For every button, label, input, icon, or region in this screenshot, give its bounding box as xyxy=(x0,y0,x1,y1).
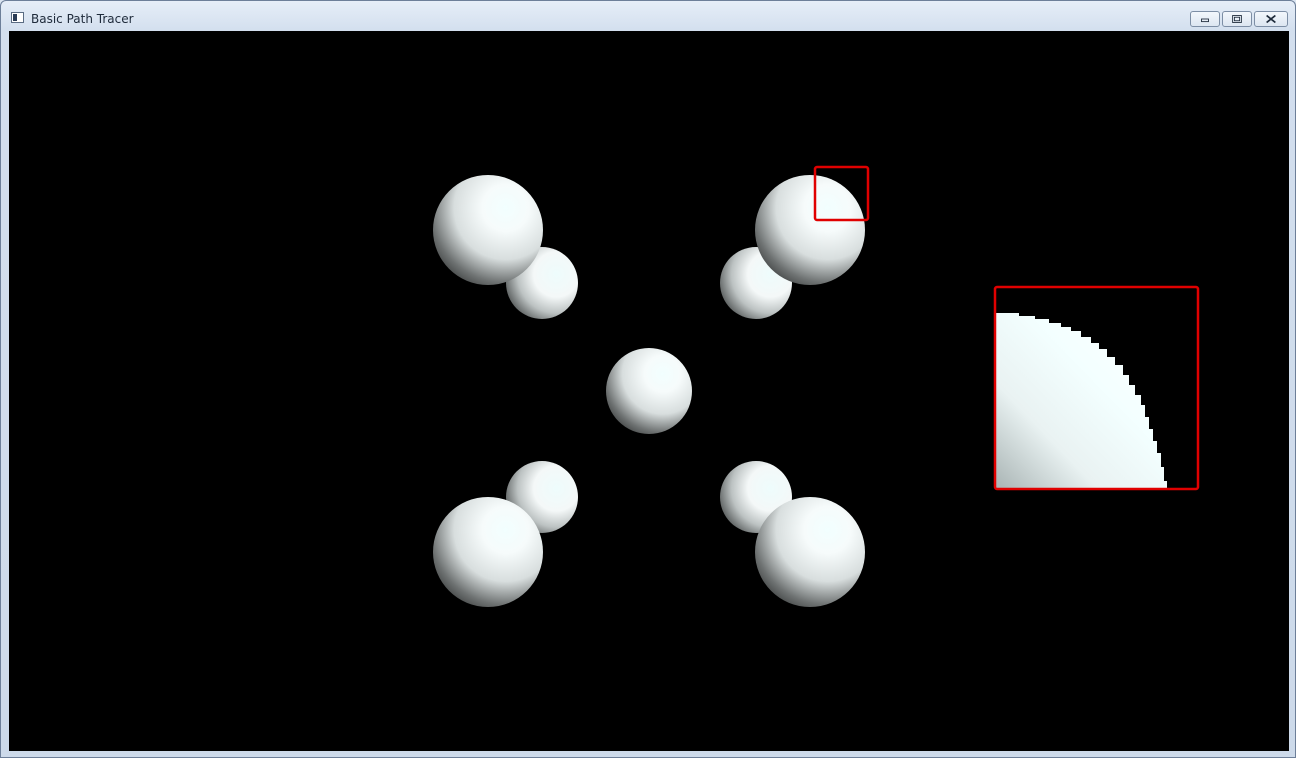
render-viewport[interactable] xyxy=(9,31,1289,751)
sphere-large-lower-right xyxy=(755,497,865,607)
sphere-large-upper-right xyxy=(755,175,865,285)
app-icon[interactable] xyxy=(11,12,24,23)
sphere-large-upper-left xyxy=(433,175,543,285)
minimize-icon xyxy=(1201,18,1209,23)
title-bar[interactable]: Basic Path Tracer xyxy=(1,1,1295,31)
sphere-large-lower-left xyxy=(433,497,543,607)
zoom-inset xyxy=(993,285,1200,491)
window-title: Basic Path Tracer xyxy=(31,12,134,26)
close-icon xyxy=(1266,14,1276,24)
restore-icon xyxy=(1232,15,1242,23)
restore-button[interactable] xyxy=(1222,11,1252,27)
minimize-button[interactable] xyxy=(1190,11,1220,27)
sphere-center xyxy=(606,348,692,434)
rendered-scene xyxy=(433,165,1200,607)
close-button[interactable] xyxy=(1254,11,1288,27)
app-window: Basic Path Tracer xyxy=(0,0,1296,758)
